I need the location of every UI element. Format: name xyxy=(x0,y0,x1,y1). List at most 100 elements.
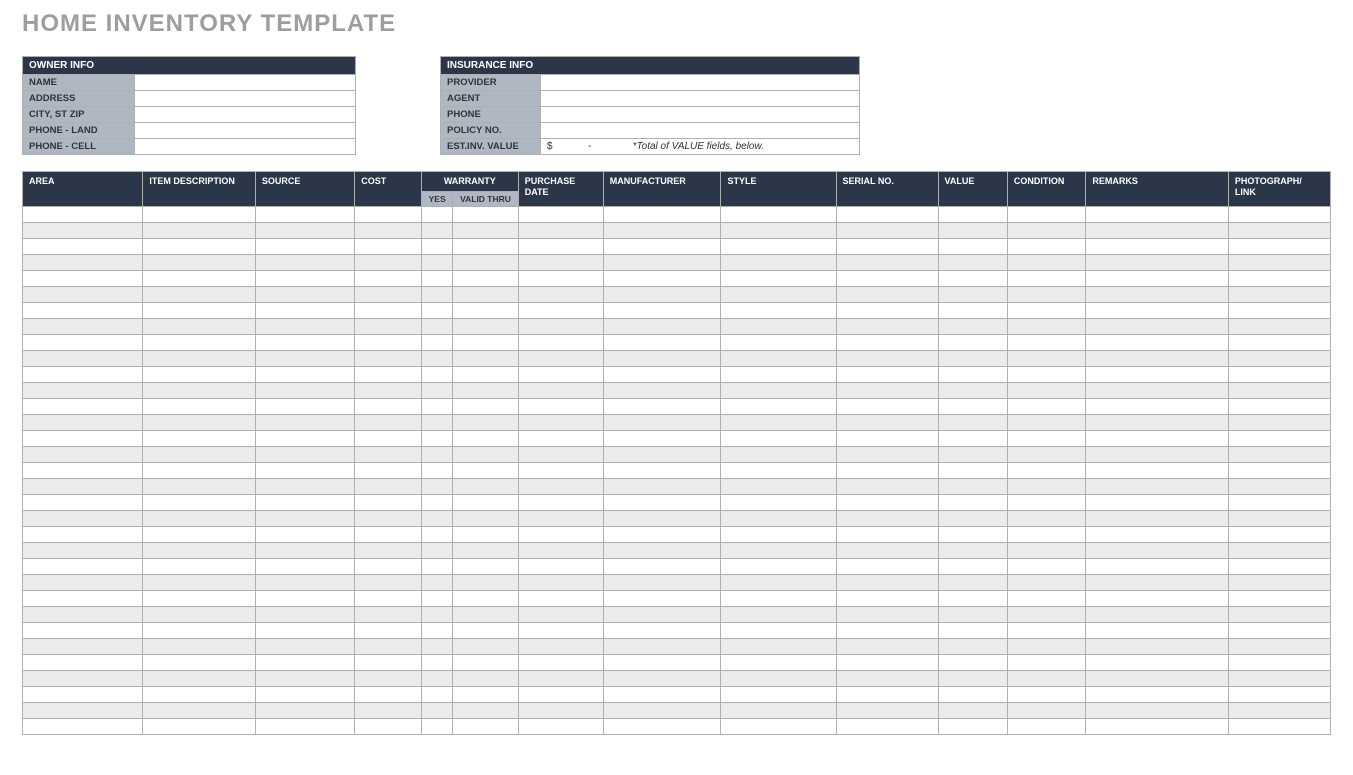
table-cell[interactable] xyxy=(603,382,721,398)
table-cell[interactable] xyxy=(23,446,143,462)
table-cell[interactable] xyxy=(1086,718,1229,734)
table-cell[interactable] xyxy=(355,206,422,222)
table-cell[interactable] xyxy=(938,270,1007,286)
table-cell[interactable] xyxy=(355,270,422,286)
table-cell[interactable] xyxy=(23,558,143,574)
table-cell[interactable] xyxy=(421,430,452,446)
table-cell[interactable] xyxy=(355,654,422,670)
table-cell[interactable] xyxy=(355,494,422,510)
table-cell[interactable] xyxy=(355,702,422,718)
table-cell[interactable] xyxy=(836,366,938,382)
table-cell[interactable] xyxy=(603,686,721,702)
table-cell[interactable] xyxy=(1086,638,1229,654)
table-cell[interactable] xyxy=(255,622,354,638)
table-cell[interactable] xyxy=(23,718,143,734)
table-cell[interactable] xyxy=(453,638,518,654)
table-cell[interactable] xyxy=(255,606,354,622)
table-cell[interactable] xyxy=(453,270,518,286)
table-cell[interactable] xyxy=(453,398,518,414)
table-cell[interactable] xyxy=(255,590,354,606)
table-cell[interactable] xyxy=(421,654,452,670)
table-cell[interactable] xyxy=(453,526,518,542)
table-cell[interactable] xyxy=(421,382,452,398)
table-cell[interactable] xyxy=(143,254,255,270)
table-cell[interactable] xyxy=(518,542,603,558)
owner-phone-cell-value[interactable] xyxy=(135,139,356,155)
table-cell[interactable] xyxy=(143,510,255,526)
table-cell[interactable] xyxy=(1228,446,1330,462)
table-cell[interactable] xyxy=(421,686,452,702)
table-cell[interactable] xyxy=(1086,670,1229,686)
table-cell[interactable] xyxy=(143,318,255,334)
table-cell[interactable] xyxy=(603,302,721,318)
table-cell[interactable] xyxy=(421,542,452,558)
table-cell[interactable] xyxy=(518,478,603,494)
table-cell[interactable] xyxy=(255,222,354,238)
table-cell[interactable] xyxy=(518,574,603,590)
table-cell[interactable] xyxy=(1007,574,1085,590)
table-cell[interactable] xyxy=(355,510,422,526)
table-cell[interactable] xyxy=(355,638,422,654)
table-cell[interactable] xyxy=(603,638,721,654)
table-cell[interactable] xyxy=(938,462,1007,478)
table-cell[interactable] xyxy=(1086,302,1229,318)
table-cell[interactable] xyxy=(23,638,143,654)
table-cell[interactable] xyxy=(1228,382,1330,398)
table-cell[interactable] xyxy=(23,494,143,510)
table-cell[interactable] xyxy=(1007,542,1085,558)
table-cell[interactable] xyxy=(1007,334,1085,350)
table-cell[interactable] xyxy=(421,638,452,654)
table-cell[interactable] xyxy=(1007,430,1085,446)
table-cell[interactable] xyxy=(603,526,721,542)
table-cell[interactable] xyxy=(603,542,721,558)
table-cell[interactable] xyxy=(1086,590,1229,606)
table-cell[interactable] xyxy=(836,286,938,302)
table-cell[interactable] xyxy=(836,398,938,414)
table-cell[interactable] xyxy=(421,590,452,606)
table-cell[interactable] xyxy=(721,590,836,606)
table-cell[interactable] xyxy=(23,222,143,238)
table-cell[interactable] xyxy=(23,606,143,622)
table-cell[interactable] xyxy=(143,270,255,286)
table-cell[interactable] xyxy=(255,574,354,590)
table-cell[interactable] xyxy=(938,286,1007,302)
table-cell[interactable] xyxy=(255,238,354,254)
table-cell[interactable] xyxy=(1086,686,1229,702)
table-cell[interactable] xyxy=(1086,574,1229,590)
table-cell[interactable] xyxy=(836,686,938,702)
table-cell[interactable] xyxy=(836,302,938,318)
table-cell[interactable] xyxy=(518,526,603,542)
table-cell[interactable] xyxy=(143,414,255,430)
table-cell[interactable] xyxy=(23,654,143,670)
table-cell[interactable] xyxy=(421,526,452,542)
table-cell[interactable] xyxy=(836,510,938,526)
table-cell[interactable] xyxy=(938,558,1007,574)
table-cell[interactable] xyxy=(143,334,255,350)
table-cell[interactable] xyxy=(938,222,1007,238)
table-cell[interactable] xyxy=(143,622,255,638)
table-cell[interactable] xyxy=(603,702,721,718)
table-cell[interactable] xyxy=(518,654,603,670)
table-cell[interactable] xyxy=(603,286,721,302)
table-cell[interactable] xyxy=(255,494,354,510)
table-cell[interactable] xyxy=(721,510,836,526)
table-cell[interactable] xyxy=(603,222,721,238)
table-cell[interactable] xyxy=(836,414,938,430)
table-cell[interactable] xyxy=(453,238,518,254)
table-cell[interactable] xyxy=(721,430,836,446)
table-cell[interactable] xyxy=(518,318,603,334)
table-cell[interactable] xyxy=(453,206,518,222)
table-cell[interactable] xyxy=(836,254,938,270)
table-cell[interactable] xyxy=(518,206,603,222)
table-cell[interactable] xyxy=(721,574,836,590)
table-cell[interactable] xyxy=(421,462,452,478)
table-cell[interactable] xyxy=(453,478,518,494)
table-cell[interactable] xyxy=(143,302,255,318)
table-cell[interactable] xyxy=(1086,494,1229,510)
table-cell[interactable] xyxy=(355,414,422,430)
table-cell[interactable] xyxy=(603,350,721,366)
table-cell[interactable] xyxy=(1007,686,1085,702)
table-cell[interactable] xyxy=(518,718,603,734)
table-cell[interactable] xyxy=(23,462,143,478)
table-cell[interactable] xyxy=(518,366,603,382)
